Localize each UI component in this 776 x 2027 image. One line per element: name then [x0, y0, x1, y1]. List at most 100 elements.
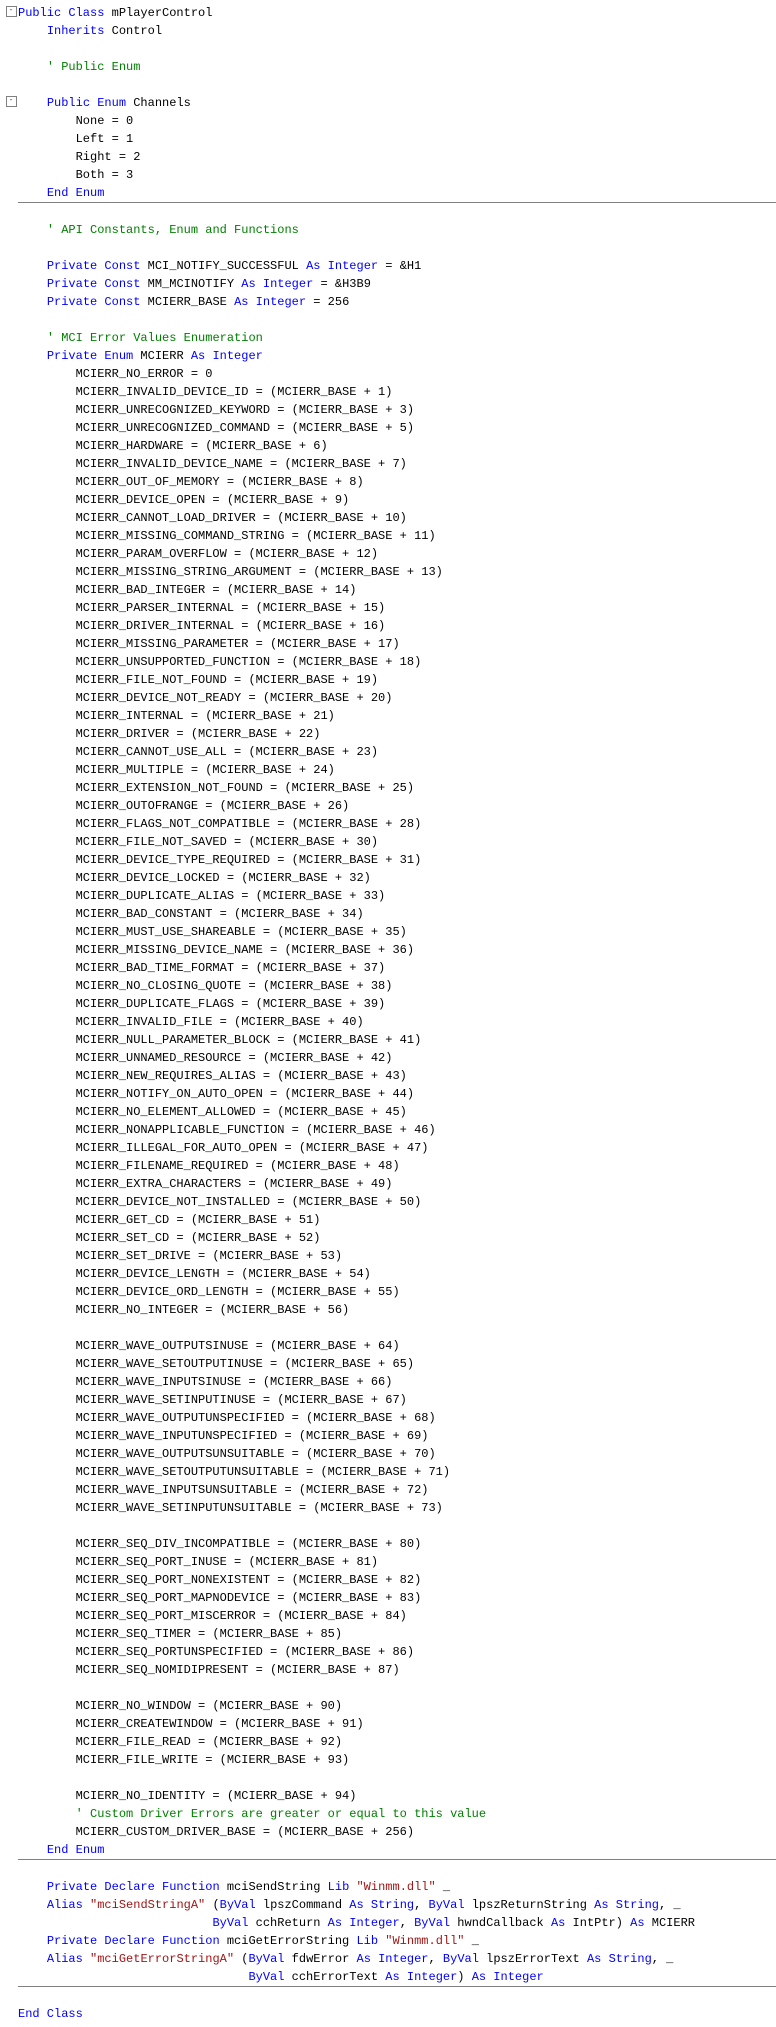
string-literal: "mciSendStringA" — [83, 1898, 205, 1912]
code-line: MCIERR_NOTIFY_ON_AUTO_OPEN = (MCIERR_BAS… — [4, 1085, 776, 1103]
function-name: mciSendString — [220, 1880, 328, 1894]
enum-member: MCIERR_MUST_USE_SHAREABLE = (MCIERR_BASE… — [76, 925, 407, 939]
code-line: MCIERR_BAD_INTEGER = (MCIERR_BASE + 14) — [4, 581, 776, 599]
keyword: End Enum — [47, 1843, 105, 1857]
code-line: MCIERR_WAVE_SETOUTPUTUNSUITABLE = (MCIER… — [4, 1463, 776, 1481]
code-line: MCIERR_WAVE_OUTPUTUNSPECIFIED = (MCIERR_… — [4, 1409, 776, 1427]
enum-member: MCIERR_SEQ_PORT_MISCERROR = (MCIERR_BASE… — [76, 1609, 407, 1623]
code-line: MCIERR_HARDWARE = (MCIERR_BASE + 6) — [4, 437, 776, 455]
enum-member: MCIERR_DEVICE_LENGTH = (MCIERR_BASE + 54… — [76, 1267, 371, 1281]
enum-member: MCIERR_BAD_CONSTANT = (MCIERR_BASE + 34) — [76, 907, 364, 921]
enum-member: MCIERR_INVALID_DEVICE_ID = (MCIERR_BASE … — [76, 385, 393, 399]
enum-name: MCIERR — [133, 349, 191, 363]
const-value: = &H1 — [378, 259, 421, 273]
code-line: MCIERR_WAVE_INPUTSINUSE = (MCIERR_BASE +… — [4, 1373, 776, 1391]
code-line: MCIERR_DEVICE_OPEN = (MCIERR_BASE + 9) — [4, 491, 776, 509]
comment: ' Custom Driver Errors are greater or eq… — [76, 1807, 486, 1821]
code-line: MCIERR_DUPLICATE_ALIAS = (MCIERR_BASE + … — [4, 887, 776, 905]
code-line: MCIERR_DEVICE_NOT_READY = (MCIERR_BASE +… — [4, 689, 776, 707]
code-line: MCIERR_PARAM_OVERFLOW = (MCIERR_BASE + 1… — [4, 545, 776, 563]
code-line: End Class — [4, 2005, 776, 2023]
enum-member: MCIERR_WAVE_INPUTSUNSUITABLE = (MCIERR_B… — [76, 1483, 429, 1497]
enum-member: MCIERR_HARDWARE = (MCIERR_BASE + 6) — [76, 439, 328, 453]
enum-member: MCIERR_WAVE_INPUTUNSPECIFIED = (MCIERR_B… — [76, 1429, 429, 1443]
code-line: MCIERR_NO_INTEGER = (MCIERR_BASE + 56) — [4, 1301, 776, 1319]
separator: , _ — [652, 1952, 674, 1966]
code-line: MCIERR_BAD_TIME_FORMAT = (MCIERR_BASE + … — [4, 959, 776, 977]
keyword: As Integer — [191, 349, 263, 363]
const-name: MCI_NOTIFY_SUCCESSFUL — [140, 259, 306, 273]
enum-member: MCIERR_WAVE_OUTPUTSINUSE = (MCIERR_BASE … — [76, 1339, 400, 1353]
comment: ' MCI Error Values Enumeration — [47, 331, 263, 345]
keyword: Public Class — [18, 6, 104, 20]
code-line: MCIERR_WAVE_SETOUTPUTINUSE = (MCIERR_BAS… — [4, 1355, 776, 1373]
code-line: MCIERR_DRIVER = (MCIERR_BASE + 22) — [4, 725, 776, 743]
keyword: As Integer — [234, 295, 306, 309]
code-line: MCIERR_FILENAME_REQUIRED = (MCIERR_BASE … — [4, 1157, 776, 1175]
enum-member: MCIERR_WAVE_SETINPUTINUSE = (MCIERR_BASE… — [76, 1393, 407, 1407]
line-continuation: _ — [436, 1880, 450, 1894]
keyword: Public Enum — [47, 96, 126, 110]
paren: ( — [234, 1952, 248, 1966]
enum-member: MCIERR_SEQ_PORT_MAPNODEVICE = (MCIERR_BA… — [76, 1591, 422, 1605]
code-line: MCIERR_INVALID_DEVICE_ID = (MCIERR_BASE … — [4, 383, 776, 401]
keyword: End Enum — [47, 186, 105, 200]
keyword: ByVal — [212, 1916, 248, 1930]
code-line: MCIERR_NONAPPLICABLE_FUNCTION = (MCIERR_… — [4, 1121, 776, 1139]
code-line: MCIERR_SET_DRIVE = (MCIERR_BASE + 53) — [4, 1247, 776, 1265]
keyword: Alias — [47, 1952, 83, 1966]
param-name: fdwError — [284, 1952, 356, 1966]
code-line: MCIERR_OUT_OF_MEMORY = (MCIERR_BASE + 8) — [4, 473, 776, 491]
enum-name: Channels — [126, 96, 191, 110]
fold-icon[interactable]: - — [4, 4, 18, 22]
code-line: MCIERR_FILE_NOT_FOUND = (MCIERR_BASE + 1… — [4, 671, 776, 689]
enum-member: MCIERR_MISSING_PARAMETER = (MCIERR_BASE … — [76, 637, 400, 651]
enum-member: MCIERR_NO_IDENTITY = (MCIERR_BASE + 94) — [76, 1789, 357, 1803]
enum-member: MCIERR_OUTOFRANGE = (MCIERR_BASE + 26) — [76, 799, 350, 813]
code-line: MCIERR_CREATEWINDOW = (MCIERR_BASE + 91) — [4, 1715, 776, 1733]
comment: ' API Constants, Enum and Functions — [47, 223, 299, 237]
code-line: MCIERR_WAVE_SETINPUTUNSUITABLE = (MCIERR… — [4, 1499, 776, 1517]
code-line: MCIERR_SEQ_PORT_MISCERROR = (MCIERR_BASE… — [4, 1607, 776, 1625]
code-line: MCIERR_NO_ELEMENT_ALLOWED = (MCIERR_BASE… — [4, 1103, 776, 1121]
enum-member: MCIERR_MISSING_DEVICE_NAME = (MCIERR_BAS… — [76, 943, 414, 957]
enum-member: MCIERR_SET_DRIVE = (MCIERR_BASE + 53) — [76, 1249, 342, 1263]
keyword: ByVal — [248, 1970, 284, 1984]
keyword: As — [630, 1916, 644, 1930]
enum-member: MCIERR_EXTRA_CHARACTERS = (MCIERR_BASE +… — [76, 1177, 393, 1191]
code-line: MCIERR_SEQ_PORT_MAPNODEVICE = (MCIERR_BA… — [4, 1589, 776, 1607]
code-line: MCIERR_OUTOFRANGE = (MCIERR_BASE + 26) — [4, 797, 776, 815]
code-line: MCIERR_WAVE_INPUTUNSPECIFIED = (MCIERR_B… — [4, 1427, 776, 1445]
keyword: Private Enum — [47, 349, 133, 363]
enum-member: MCIERR_FILE_WRITE = (MCIERR_BASE + 93) — [76, 1753, 350, 1767]
code-line: MCIERR_SEQ_PORT_INUSE = (MCIERR_BASE + 8… — [4, 1553, 776, 1571]
enum-member: MCIERR_DUPLICATE_ALIAS = (MCIERR_BASE + … — [76, 889, 386, 903]
enum-member: MCIERR_DRIVER_INTERNAL = (MCIERR_BASE + … — [76, 619, 386, 633]
enum-member: MCIERR_WAVE_OUTPUTUNSPECIFIED = (MCIERR_… — [76, 1411, 436, 1425]
code-line: MCIERR_DUPLICATE_FLAGS = (MCIERR_BASE + … — [4, 995, 776, 1013]
code-line: MCIERR_UNRECOGNIZED_KEYWORD = (MCIERR_BA… — [4, 401, 776, 419]
code-line: MCIERR_WAVE_OUTPUTSUNSUITABLE = (MCIERR_… — [4, 1445, 776, 1463]
enum-member: MCIERR_WAVE_SETINPUTUNSUITABLE = (MCIERR… — [76, 1501, 443, 1515]
enum-member: None = 0 — [76, 114, 134, 128]
keyword: As String — [594, 1898, 659, 1912]
enum-member: MCIERR_NO_ERROR = 0 — [76, 367, 213, 381]
code-line: MCIERR_INVALID_FILE = (MCIERR_BASE + 40) — [4, 1013, 776, 1031]
code-line: MCIERR_EXTRA_CHARACTERS = (MCIERR_BASE +… — [4, 1175, 776, 1193]
code-line: MCIERR_NO_ERROR = 0 — [4, 365, 776, 383]
enum-member: MCIERR_WAVE_SETOUTPUTINUSE = (MCIERR_BAS… — [76, 1357, 414, 1371]
const-name: MM_MCINOTIFY — [140, 277, 241, 291]
enum-member: MCIERR_FILE_NOT_SAVED = (MCIERR_BASE + 3… — [76, 835, 378, 849]
code-line: MCIERR_FILE_NOT_SAVED = (MCIERR_BASE + 3… — [4, 833, 776, 851]
enum-member: MCIERR_UNRECOGNIZED_KEYWORD = (MCIERR_BA… — [76, 403, 414, 417]
keyword: ByVal — [429, 1898, 465, 1912]
code-line: MCIERR_SEQ_PORTUNSPECIFIED = (MCIERR_BAS… — [4, 1643, 776, 1661]
code-line: -Public Class mPlayerControl — [4, 4, 776, 22]
fold-icon[interactable]: - — [4, 94, 18, 112]
keyword: Inherits — [47, 24, 105, 38]
enum-member: MCIERR_NO_CLOSING_QUOTE = (MCIERR_BASE +… — [76, 979, 393, 993]
code-line: MCIERR_DEVICE_ORD_LENGTH = (MCIERR_BASE … — [4, 1283, 776, 1301]
string-literal: "Winmm.dll" — [349, 1880, 435, 1894]
enum-member: MCIERR_UNSUPPORTED_FUNCTION = (MCIERR_BA… — [76, 655, 422, 669]
enum-member: MCIERR_MISSING_STRING_ARGUMENT = (MCIERR… — [76, 565, 443, 579]
